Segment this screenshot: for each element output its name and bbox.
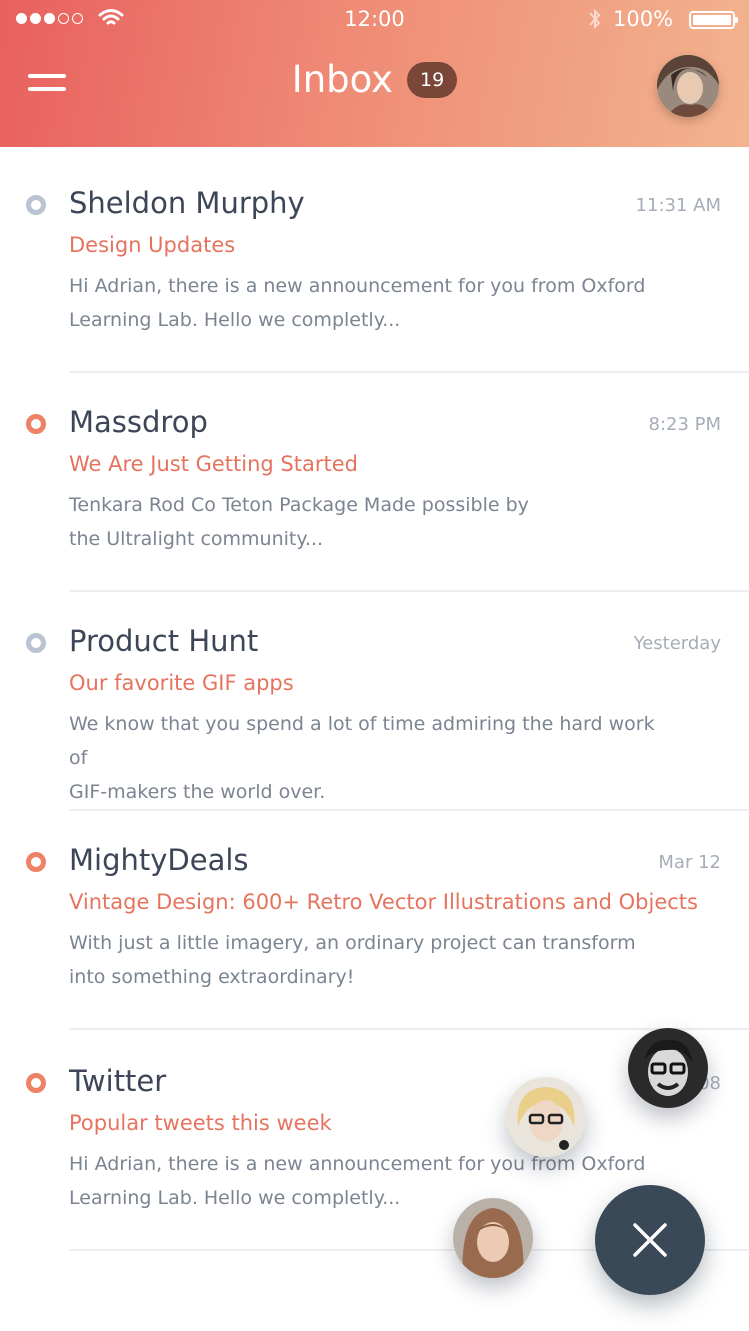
contact-avatar[interactable]	[453, 1198, 533, 1278]
header-title-group: Inbox 19	[0, 58, 749, 101]
contact-avatar[interactable]	[628, 1028, 708, 1108]
message-preview: Hi Adrian, there is a new announcement f…	[69, 1147, 669, 1215]
message-subject: We Are Just Getting Started	[69, 452, 358, 476]
message-sender: Sheldon Murphy	[69, 186, 305, 220]
read-status-indicator	[26, 633, 46, 653]
message-preview-line: With just a little imagery, an ordinary …	[69, 932, 636, 954]
unread-status-indicator	[26, 852, 46, 872]
message-sender: Massdrop	[69, 405, 208, 439]
message-preview-line: We know that you spend a lot of time adm…	[69, 713, 655, 769]
battery-icon	[689, 11, 738, 29]
message-preview-line: the Ultralight community...	[69, 528, 324, 550]
message-time: Yesterday	[633, 633, 721, 654]
message-preview-line: Tenkara Rod Co Teton Package Made possib…	[69, 494, 529, 516]
unread-status-indicator	[26, 414, 46, 434]
message-time: 8:23 PM	[648, 414, 721, 435]
message-preview-line: Learning Lab. Hello we completly...	[69, 1187, 401, 1209]
page-title: Inbox	[291, 58, 394, 101]
message-subject: Vintage Design: 600+ Retro Vector Illust…	[69, 890, 698, 914]
message-sender: Twitter	[69, 1064, 167, 1098]
message-preview: We know that you spend a lot of time adm…	[69, 707, 669, 809]
message-preview-line: Learning Lab. Hello we completly...	[69, 309, 401, 331]
message-subject: Our favorite GIF apps	[69, 671, 294, 695]
message-preview: Hi Adrian, there is a new announcement f…	[69, 269, 669, 337]
message-subject: Design Updates	[69, 233, 236, 257]
message-preview-line: into something extraordinary!	[69, 966, 355, 988]
message-preview-line: Hi Adrian, there is a new announcement f…	[69, 1153, 646, 1175]
close-fab-button[interactable]	[595, 1185, 705, 1295]
unread-count-badge: 19	[407, 61, 458, 98]
message-time: 11:31 AM	[635, 195, 721, 216]
status-bar: 12:00 100%	[0, 0, 749, 40]
message-item[interactable]: MightyDeals Mar 12 Vintage Design: 600+ …	[0, 804, 749, 1030]
message-preview: Tenkara Rod Co Teton Package Made possib…	[69, 488, 669, 556]
message-item[interactable]: Sheldon Murphy 11:31 AM Design Updates H…	[0, 147, 749, 373]
bluetooth-icon	[589, 8, 601, 30]
message-item[interactable]: Massdrop 8:23 PM We Are Just Getting Sta…	[0, 366, 749, 592]
read-status-indicator	[26, 195, 46, 215]
close-icon	[633, 1223, 667, 1257]
message-time: Mar 12	[658, 852, 721, 873]
message-subject: Popular tweets this week	[69, 1111, 332, 1135]
app-header: 12:00 100% Inbox 19	[0, 0, 749, 147]
message-preview: With just a little imagery, an ordinary …	[69, 926, 669, 994]
message-preview-line: Hi Adrian, there is a new announcement f…	[69, 275, 646, 297]
unread-status-indicator	[26, 1073, 46, 1093]
contact-avatar[interactable]	[506, 1077, 586, 1157]
message-sender: Product Hunt	[69, 624, 259, 658]
user-avatar[interactable]	[657, 55, 719, 117]
battery-percentage: 100%	[613, 7, 674, 31]
message-sender: MightyDeals	[69, 843, 249, 877]
message-item[interactable]: Product Hunt Yesterday Our favorite GIF …	[0, 585, 749, 811]
